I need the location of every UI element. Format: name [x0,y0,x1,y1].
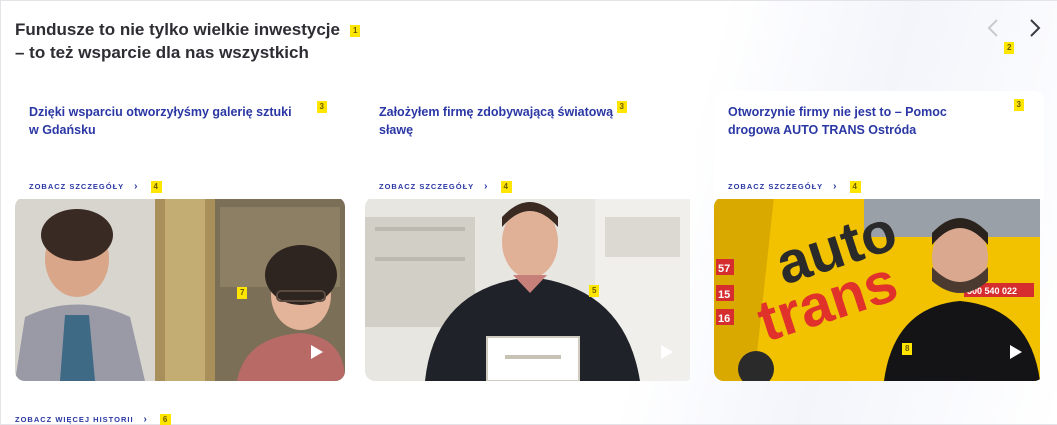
annotation-badge: 2 [1004,42,1015,54]
truck-number: 16 [718,313,730,325]
annotation-badge: 3 [316,101,327,113]
play-icon [1010,345,1022,359]
stories-section: Fundusze to nie tylko wielkie inwestycje… [0,0,1057,425]
play-icon [661,345,673,359]
truck-number: 15 [718,289,730,301]
chevron-right-icon: › [833,181,838,192]
annotation-badge: 3 [1013,99,1024,111]
story-card-title[interactable]: Założyłem firmę zdobywającą światową sła… [379,103,644,139]
gallery-women-photo [15,197,345,381]
story-card-header: Dzięki wsparciu otworzyłyśmy galerię szt… [15,91,345,199]
section-title-line-1: Fundusze to nie tylko wielkie inwestycje [15,20,340,39]
story-card-header: Założyłem firmę zdobywającą światową sła… [365,91,695,199]
story-details-link[interactable]: ZOBACZ SZCZEGÓŁY › 4 [379,181,512,194]
story-video-thumbnail[interactable]: 7 [15,197,345,381]
chevron-right-icon: › [484,181,489,192]
annotation-badge: 4 [500,181,512,194]
story-video-thumbnail[interactable]: 5 [365,197,695,381]
more-stories-link[interactable]: ZOBACZ WIĘCEJ HISTORII › 6 [15,414,172,425]
story-video-thumbnail[interactable]: auto trans 57 15 16 500 540 022 8 [714,197,1044,381]
story-card: Dzięki wsparciu otworzyłyśmy galerię szt… [15,91,345,381]
truck-number: 57 [718,263,730,275]
more-stories-label: ZOBACZ WIĘCEJ HISTORII [15,415,134,424]
annotation-badge: 3 [616,101,627,113]
annotation-badge: 8 [902,343,913,355]
chevron-left-icon [987,19,998,37]
story-card-header: Otworzynie firmy nie jest to – Pomoc dro… [714,91,1044,199]
chevron-right-icon: › [134,181,139,192]
section-title: Fundusze to nie tylko wielkie inwestycje… [15,18,475,64]
chevron-right-icon: › [143,414,148,425]
story-details-label: ZOBACZ SZCZEGÓŁY [728,182,824,191]
story-card-title[interactable]: Dzięki wsparciu otworzyłyśmy galerię szt… [29,103,294,139]
section-title-line-2: – to też wsparcie dla nas wszystkich [15,43,309,62]
carousel-prev-button[interactable] [983,17,1005,39]
story-details-label: ZOBACZ SZCZEGÓŁY [29,182,125,191]
story-card: Otworzynie firmy nie jest to – Pomoc dro… [714,91,1044,381]
story-details-link[interactable]: ZOBACZ SZCZEGÓŁY › 4 [728,181,861,194]
story-details-link[interactable]: ZOBACZ SZCZEGÓŁY › 4 [29,181,162,194]
carousel-next-button[interactable] [1023,17,1045,39]
entrepreneur-photo [365,197,690,381]
annotation-badge: 1 [349,25,361,37]
story-card: Założyłem firmę zdobywającą światową sła… [365,91,695,381]
story-details-label: ZOBACZ SZCZEGÓŁY [379,182,475,191]
play-icon [311,345,323,359]
chevron-right-icon [1030,19,1041,37]
annotation-badge: 7 [237,287,248,299]
annotation-badge: 5 [589,285,600,297]
story-card-title[interactable]: Otworzynie firmy nie jest to – Pomoc dro… [728,103,993,139]
tow-truck-photo: auto trans 57 15 16 500 540 022 [714,197,1040,381]
annotation-badge: 4 [849,181,861,194]
annotation-badge: 6 [159,414,172,425]
annotation-badge: 4 [150,181,162,194]
